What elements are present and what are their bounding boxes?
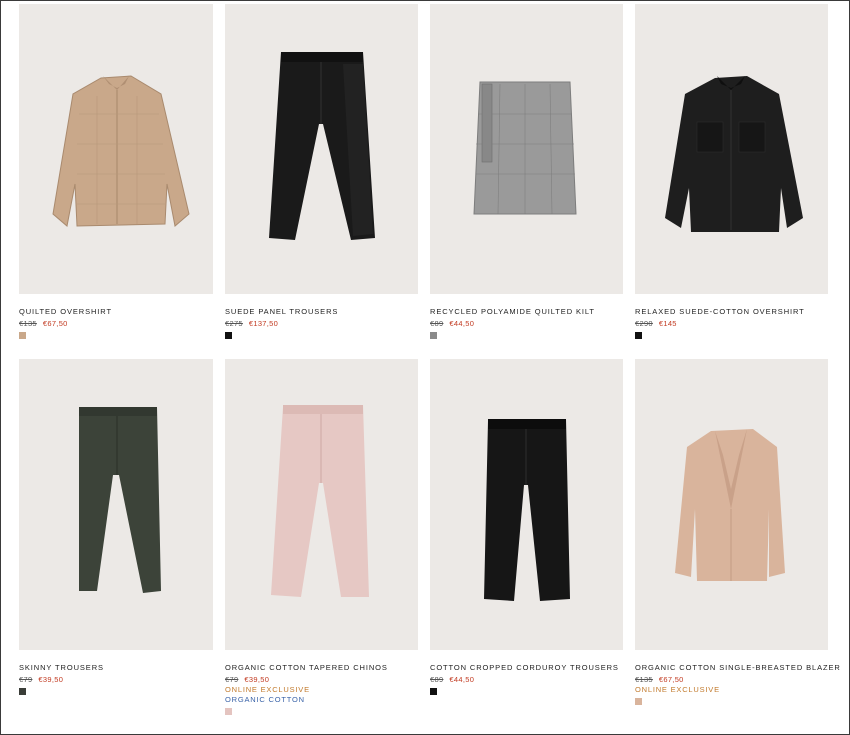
kilt-icon xyxy=(473,81,577,215)
original-price: €89 xyxy=(430,319,444,328)
shirt-icon xyxy=(52,75,190,227)
sale-price: €145 xyxy=(658,319,677,328)
product-image-quilted-kilt[interactable] xyxy=(430,4,623,294)
product-name[interactable]: SKINNY TROUSERS xyxy=(19,663,213,673)
online-exclusive-tag: ONLINE EXCLUSIVE xyxy=(635,685,720,694)
product-name[interactable]: QUILTED OVERSHIRT xyxy=(19,307,213,317)
original-price: €290 xyxy=(635,319,653,328)
product-name[interactable]: RECYCLED POLYAMIDE QUILTED KILT xyxy=(430,307,623,317)
product-image-blazer[interactable] xyxy=(635,359,828,650)
product-card[interactable]: ORGANIC COTTON SINGLE-BREASTED BLAZER €1… xyxy=(635,359,840,717)
product-name[interactable]: ORGANIC COTTON SINGLE-BREASTED BLAZER xyxy=(635,663,840,673)
product-card[interactable]: QUILTED OVERSHIRT €135 €67,50 xyxy=(19,4,213,359)
blazer-icon xyxy=(675,429,785,581)
original-price: €275 xyxy=(225,319,243,328)
sale-price: €44,50 xyxy=(449,675,475,684)
product-card[interactable]: COTTON CROPPED CORDUROY TROUSERS €89 €44,… xyxy=(430,359,623,717)
color-swatch[interactable] xyxy=(225,332,232,339)
color-swatch[interactable] xyxy=(225,708,232,715)
product-image-quilted-overshirt[interactable] xyxy=(19,4,213,294)
product-card[interactable]: SUEDE PANEL TROUSERS €275 €137,50 xyxy=(225,4,418,359)
product-name[interactable]: ORGANIC COTTON TAPERED CHINOS xyxy=(225,663,418,673)
product-image-suede-panel-trousers[interactable] xyxy=(225,4,418,294)
trousers-icon xyxy=(484,419,570,601)
product-card[interactable]: RELAXED SUEDE-COTTON OVERSHIRT €290 €145 xyxy=(635,4,828,359)
product-price: €89 €44,50 xyxy=(430,319,623,329)
sale-price: €67,50 xyxy=(42,319,68,328)
color-swatch[interactable] xyxy=(635,698,642,705)
product-image-tapered-chinos[interactable] xyxy=(225,359,418,650)
color-swatch[interactable] xyxy=(19,688,26,695)
sale-price: €39,50 xyxy=(244,675,270,684)
shirt-icon xyxy=(665,76,803,232)
product-image-skinny-trousers[interactable] xyxy=(19,359,213,650)
organic-cotton-tag: ORGANIC COTTON xyxy=(225,695,305,704)
sale-price: €39,50 xyxy=(38,675,64,684)
sale-price: €44,50 xyxy=(449,319,475,328)
product-name[interactable]: COTTON CROPPED CORDUROY TROUSERS xyxy=(430,663,623,673)
trousers-icon xyxy=(79,407,161,593)
product-image-corduroy-trousers[interactable] xyxy=(430,359,623,650)
original-price: €135 xyxy=(19,319,37,328)
product-price: €79 €39,50 xyxy=(225,675,418,685)
product-price: €275 €137,50 xyxy=(225,319,418,329)
original-price: €79 xyxy=(225,675,239,684)
original-price: €89 xyxy=(430,675,444,684)
color-swatch[interactable] xyxy=(430,332,437,339)
color-swatch[interactable] xyxy=(635,332,642,339)
original-price: €79 xyxy=(19,675,33,684)
sale-price: €67,50 xyxy=(658,675,684,684)
product-grid: QUILTED OVERSHIRT €135 €67,50 SUEDE PANEL… xyxy=(19,4,840,717)
product-card[interactable]: RECYCLED POLYAMIDE QUILTED KILT €89 €44,5… xyxy=(430,4,623,359)
product-image-relaxed-overshirt[interactable] xyxy=(635,4,828,294)
product-price: €79 €39,50 xyxy=(19,675,213,685)
trousers-icon xyxy=(269,52,375,240)
product-card[interactable]: ORGANIC COTTON TAPERED CHINOS €79 €39,50 … xyxy=(225,359,418,717)
sale-price: €137,50 xyxy=(248,319,279,328)
product-name[interactable]: RELAXED SUEDE-COTTON OVERSHIRT xyxy=(635,307,828,317)
online-exclusive-tag: ONLINE EXCLUSIVE xyxy=(225,685,310,694)
product-price: €89 €44,50 xyxy=(430,675,623,685)
color-swatch[interactable] xyxy=(19,332,26,339)
trousers-icon xyxy=(271,405,369,597)
original-price: €135 xyxy=(635,675,653,684)
product-card[interactable]: SKINNY TROUSERS €79 €39,50 xyxy=(19,359,213,717)
product-name[interactable]: SUEDE PANEL TROUSERS xyxy=(225,307,418,317)
color-swatch[interactable] xyxy=(430,688,437,695)
product-price: €290 €145 xyxy=(635,319,828,329)
product-price: €135 €67,50 xyxy=(635,675,828,685)
product-price: €135 €67,50 xyxy=(19,319,213,329)
